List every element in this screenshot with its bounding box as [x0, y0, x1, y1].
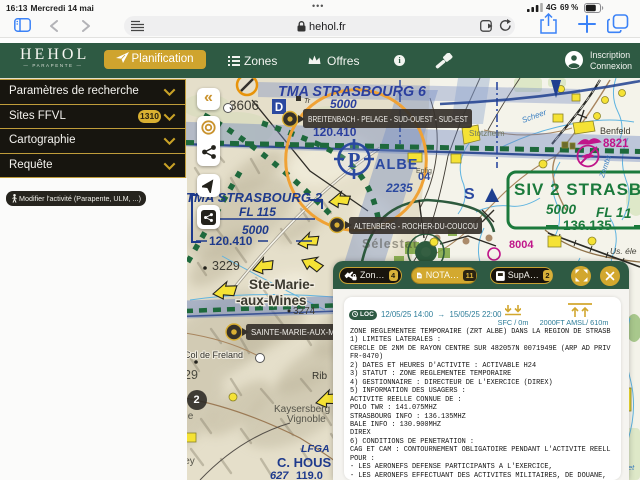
svg-text:C. HOUS: C. HOUS	[277, 455, 332, 470]
svg-text:120.410: 120.410	[209, 234, 253, 248]
svg-text:3274: 3274	[293, 306, 316, 317]
svg-text:et: et	[628, 463, 635, 472]
svg-text:D: D	[275, 102, 283, 114]
svg-text:FL 115: FL 115	[239, 205, 276, 219]
svg-text:2235: 2235	[385, 181, 413, 195]
svg-text:ALBE: ALBE	[375, 157, 418, 173]
svg-text:3606: 3606	[229, 98, 259, 113]
svg-text:Col de Freland: Col de Freland	[184, 350, 243, 360]
svg-text:Tr: Tr	[304, 98, 311, 105]
svg-text:1: 1	[624, 206, 632, 221]
svg-text:ALTENBERG - ROCHER-DU-COUCOU: ALTENBERG - ROCHER-DU-COUCOU	[354, 222, 478, 231]
svg-text:SAINTE-MARIE-AUX-MI: SAINTE-MARIE-AUX-MI	[251, 328, 337, 337]
svg-text:119.0: 119.0	[296, 470, 323, 480]
svg-text:P: P	[348, 148, 361, 172]
svg-text:Rib: Rib	[312, 371, 327, 382]
svg-text:Stotzheim: Stotzheim	[469, 129, 505, 138]
svg-text:Ste-Marie-: Ste-Marie-	[249, 277, 314, 292]
svg-text:5000: 5000	[546, 202, 577, 217]
svg-text:SIV 2 STRASBO: SIV 2 STRASBO	[514, 180, 640, 199]
svg-text:BREITENBACH - PELAGE - SUD-OUE: BREITENBACH - PELAGE - SUD-OUEST - SUD-E…	[308, 115, 468, 124]
svg-text:5000: 5000	[330, 97, 357, 111]
svg-text:S: S	[464, 186, 475, 203]
svg-text:Benfeld: Benfeld	[600, 126, 631, 136]
svg-text:LFGA: LFGA	[301, 443, 330, 455]
svg-text:3229: 3229	[212, 259, 240, 273]
svg-text:8821: 8821	[603, 138, 629, 150]
svg-text:Us. éle: Us. éle	[610, 246, 637, 256]
svg-text:8004: 8004	[509, 239, 534, 251]
svg-text:136.135: 136.135	[563, 218, 612, 233]
svg-text:Epfig: Epfig	[416, 168, 432, 175]
svg-text:627: 627	[270, 470, 289, 480]
svg-text:Vignoble: Vignoble	[287, 414, 326, 425]
